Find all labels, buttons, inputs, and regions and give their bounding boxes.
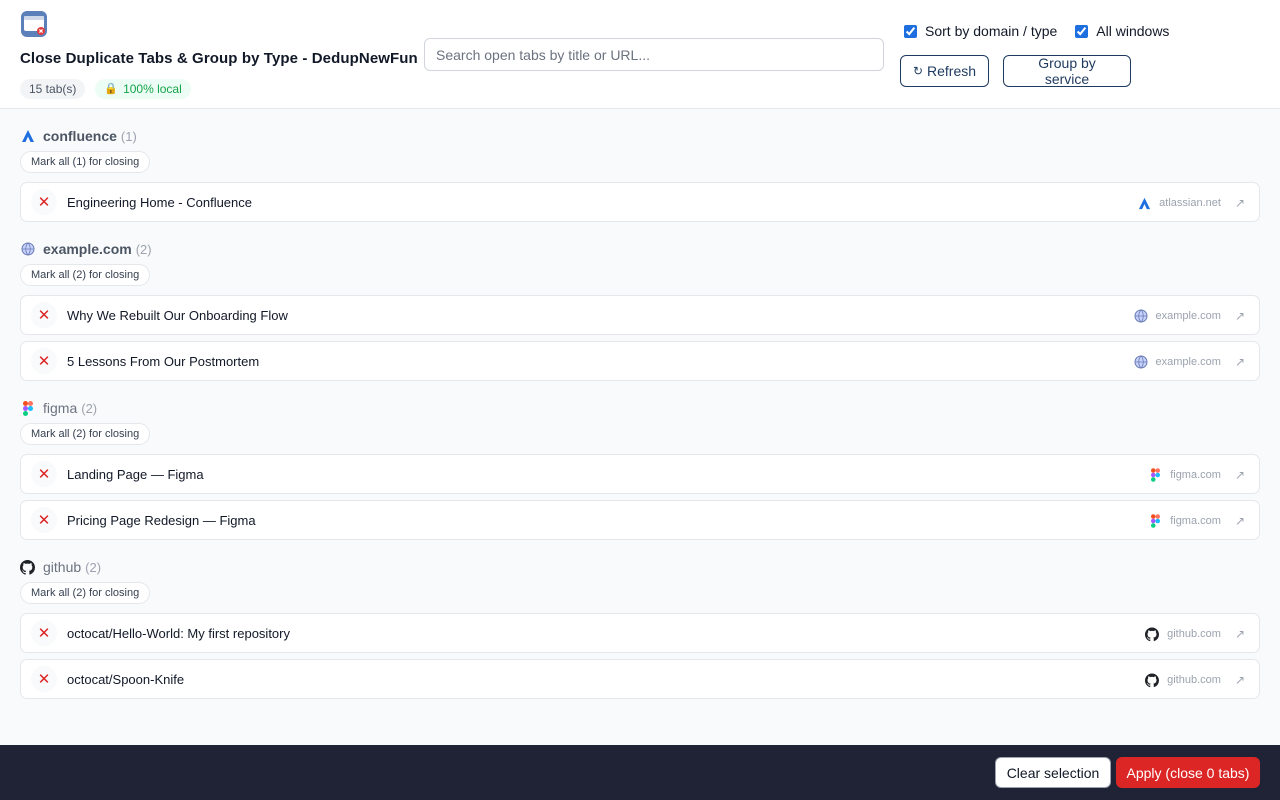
- close-tab-icon[interactable]: ✕: [31, 620, 57, 646]
- tab-domain: github.com: [1167, 628, 1221, 640]
- group-name: github: [43, 559, 82, 575]
- globe-icon: [1134, 309, 1148, 323]
- group-by-service-button[interactable]: Group by service: [1003, 55, 1131, 87]
- close-tab-icon[interactable]: ✕: [31, 461, 57, 487]
- tab-groups-list: confluence (1) Mark all (1) for closing …: [20, 109, 1260, 699]
- open-tab-icon[interactable]: ↗: [1235, 355, 1245, 369]
- group-name: example.com: [43, 241, 132, 257]
- mark-all-button[interactable]: Mark all (2) for closing: [20, 423, 151, 445]
- group-name: figma: [43, 400, 78, 416]
- sort-by-domain-toggle[interactable]: Sort by domain / type: [904, 23, 1057, 39]
- open-tab-icon[interactable]: ↗: [1235, 673, 1245, 687]
- group-example-com: example.com (2) Mark all (2) for closing…: [20, 240, 1260, 381]
- tab-title[interactable]: Pricing Page Redesign — Figma: [67, 513, 256, 528]
- globe-icon: [1134, 355, 1148, 369]
- group-github: github (2) Mark all (2) for closing ✕ oc…: [20, 558, 1260, 699]
- refresh-icon: ↻: [912, 64, 924, 78]
- figma-icon: [20, 400, 35, 416]
- figma-icon: [1148, 514, 1162, 528]
- tab-title[interactable]: octocat/Spoon-Knife: [67, 672, 184, 687]
- open-tab-icon[interactable]: ↗: [1235, 468, 1245, 482]
- tab-title[interactable]: Engineering Home - Confluence: [67, 195, 252, 210]
- group-figma: figma (2) Mark all (2) for closing ✕ Lan…: [20, 399, 1260, 540]
- atlassian-icon: [20, 129, 35, 144]
- github-icon: [1145, 627, 1160, 641]
- refresh-button[interactable]: ↻ Refresh: [900, 55, 989, 87]
- tab-title[interactable]: Why We Rebuilt Our Onboarding Flow: [67, 308, 288, 323]
- open-tab-icon[interactable]: ↗: [1235, 627, 1245, 641]
- tab-domain: example.com: [1155, 356, 1221, 368]
- open-tab-icon[interactable]: ↗: [1235, 514, 1245, 528]
- tab-count-badge: 15 tab(s): [20, 79, 86, 99]
- group-count: (2): [135, 241, 152, 257]
- open-tab-icon[interactable]: ↗: [1235, 309, 1245, 323]
- tab-title[interactable]: Landing Page — Figma: [67, 467, 204, 482]
- atlassian-icon: [1137, 196, 1151, 210]
- tab-title[interactable]: 5 Lessons From Our Postmortem: [67, 354, 259, 369]
- all-windows-toggle[interactable]: All windows: [1075, 23, 1169, 39]
- close-tab-icon[interactable]: ✕: [31, 666, 57, 692]
- tab-row[interactable]: ✕ Engineering Home - Confluence atlassia…: [20, 182, 1260, 222]
- clear-selection-button[interactable]: Clear selection: [995, 757, 1111, 788]
- app-logo-icon: [21, 11, 47, 37]
- tab-row[interactable]: ✕ 5 Lessons From Our Postmortem example.…: [20, 341, 1260, 381]
- header: Close Duplicate Tabs & Group by Type - D…: [0, 0, 1280, 109]
- group-count: (2): [81, 400, 98, 416]
- sort-by-domain-checkbox[interactable]: [904, 24, 917, 38]
- tab-domain: figma.com: [1170, 515, 1221, 527]
- open-tab-icon[interactable]: ↗: [1235, 196, 1245, 210]
- tab-row[interactable]: ✕ Landing Page — Figma figma.com ↗: [20, 454, 1260, 494]
- group-name: confluence: [43, 128, 117, 144]
- tab-row[interactable]: ✕ octocat/Spoon-Knife github.com ↗: [20, 659, 1260, 699]
- apply-close-button[interactable]: Apply (close 0 tabs): [1116, 757, 1260, 788]
- tab-domain: example.com: [1155, 310, 1221, 322]
- close-tab-icon[interactable]: ✕: [31, 302, 57, 328]
- github-icon: [20, 559, 35, 575]
- app-title: Close Duplicate Tabs & Group by Type - D…: [20, 50, 418, 67]
- close-tab-icon[interactable]: ✕: [31, 348, 57, 374]
- local-badge-label: 100% local: [123, 82, 182, 96]
- figma-icon: [1148, 468, 1162, 482]
- mark-all-button[interactable]: Mark all (1) for closing: [20, 151, 151, 173]
- group-count: (1): [120, 128, 137, 144]
- tab-row[interactable]: ✕ Pricing Page Redesign — Figma figma.co…: [20, 500, 1260, 540]
- all-windows-label: All windows: [1096, 23, 1170, 39]
- search-input[interactable]: [424, 38, 884, 71]
- tab-row[interactable]: ✕ Why We Rebuilt Our Onboarding Flow exa…: [20, 295, 1260, 335]
- mark-all-button[interactable]: Mark all (2) for closing: [20, 582, 151, 604]
- sort-by-domain-label: Sort by domain / type: [925, 23, 1058, 39]
- tab-domain: figma.com: [1170, 469, 1221, 481]
- close-tab-icon[interactable]: ✕: [31, 507, 57, 533]
- close-tab-icon[interactable]: ✕: [31, 189, 57, 215]
- lock-icon: 🔒: [104, 83, 119, 95]
- refresh-button-label: Refresh: [927, 63, 977, 79]
- globe-icon: [20, 242, 35, 257]
- footer-bar: Clear selection Apply (close 0 tabs): [0, 745, 1280, 800]
- tab-domain: atlassian.net: [1159, 197, 1221, 209]
- group-confluence: confluence (1) Mark all (1) for closing …: [20, 127, 1260, 222]
- all-windows-checkbox[interactable]: [1075, 24, 1089, 38]
- local-badge: 🔒 100% local: [95, 79, 191, 99]
- tab-title[interactable]: octocat/Hello-World: My first repository: [67, 626, 290, 641]
- tab-domain: github.com: [1167, 674, 1221, 686]
- github-icon: [1145, 673, 1160, 687]
- tab-row[interactable]: ✕ octocat/Hello-World: My first reposito…: [20, 613, 1260, 653]
- group-count: (2): [85, 559, 102, 575]
- mark-all-button[interactable]: Mark all (2) for closing: [20, 264, 151, 286]
